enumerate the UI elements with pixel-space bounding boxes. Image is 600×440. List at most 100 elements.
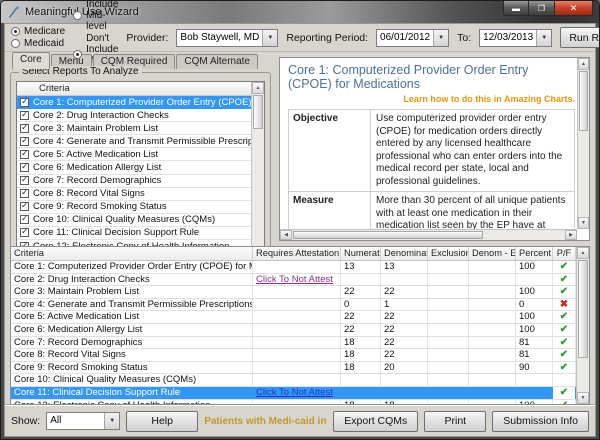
reporting-period-dropdown[interactable]: 06/01/2012 ▼	[376, 29, 449, 47]
scrollbar-track[interactable]	[484, 230, 565, 240]
report-checkbox[interactable]: ✓	[20, 98, 29, 107]
grid-row[interactable]: Core 4: Generate and Transmit Permissibl…	[11, 299, 576, 312]
grid-cell: 100	[516, 324, 553, 336]
tab-cqm-alternate[interactable]: CQM Alternate	[176, 54, 258, 69]
report-checkbox[interactable]: ✓	[20, 137, 29, 146]
scrollbar-thumb[interactable]	[253, 95, 263, 129]
report-checkbox[interactable]: ✓	[20, 150, 29, 159]
report-list-item[interactable]: ✓ Core 2: Drug Interaction Checks	[17, 109, 251, 122]
grid-row[interactable]: Core 6: Medication Allergy List2222100✔	[11, 324, 576, 337]
scroll-right-icon[interactable]: ▶	[565, 230, 577, 240]
report-checkbox[interactable]: ✓	[20, 228, 29, 237]
report-list-item[interactable]: ✓ Core 3: Maintain Problem List	[17, 122, 251, 135]
grid-row[interactable]: Core 5: Active Medication List2222100✔	[11, 311, 576, 324]
radio-include-midlevel[interactable]: Include Mid-level	[73, 0, 118, 32]
grid-column-header[interactable]: Denom - Excl	[469, 247, 516, 260]
report-list-item[interactable]: ✓ Core 6: Medication Allergy List	[17, 161, 251, 174]
grid-row[interactable]: Core 12: Electronic Copy of Health Infor…	[11, 400, 576, 404]
report-checkbox[interactable]: ✓	[20, 189, 29, 198]
tab-core[interactable]: Core	[12, 52, 50, 69]
reporting-period-value: 06/01/2012	[377, 30, 433, 46]
report-checkbox[interactable]: ✓	[20, 176, 29, 185]
grid-cell	[253, 337, 341, 349]
criteria-column-header[interactable]: Criteria	[17, 82, 251, 96]
maximize-icon: ❐	[538, 4, 545, 13]
grid-row[interactable]: Core 7: Record Demographics182281✔	[11, 337, 576, 350]
grid-row[interactable]: Core 8: Record Vital Signs182281✔	[11, 349, 576, 362]
scroll-up-icon[interactable]: ▲	[578, 58, 589, 70]
radio-medicaid[interactable]: Medicaid	[11, 38, 65, 49]
chevron-down-icon[interactable]: ▼	[104, 413, 119, 429]
scroll-down-icon[interactable]: ▼	[577, 392, 589, 404]
grid-cell	[428, 400, 469, 404]
checkbox-tick-icon: ✓	[21, 214, 29, 225]
amazing-charts-link[interactable]: Learn how to do this in Amazing Charts.	[288, 94, 575, 104]
pass-check-icon: ✔	[560, 349, 568, 360]
grid-column-header[interactable]: Requires Attestation	[253, 247, 341, 260]
checkbox-tick-icon: ✓	[21, 201, 29, 212]
fail-cross-icon: ✖	[560, 299, 568, 310]
grid-column-header[interactable]: Numerator	[341, 247, 381, 260]
report-checkbox[interactable]: ✓	[20, 111, 29, 120]
grid-row[interactable]: Core 10: Clinical Quality Measures (CQMs…	[11, 374, 576, 387]
chevron-down-icon[interactable]: ▼	[433, 30, 448, 46]
grid-column-header[interactable]: Criteria	[11, 247, 253, 260]
grid-row[interactable]: Core 2: Drug Interaction ChecksClick To …	[11, 274, 576, 287]
help-button[interactable]: Help	[126, 411, 198, 432]
report-checkbox[interactable]: ✓	[20, 124, 29, 133]
grid-row[interactable]: Core 9: Record Smoking Status182090✔	[11, 362, 576, 375]
attest-link[interactable]: Click To Not Attest	[256, 387, 333, 398]
maximize-button[interactable]: ❐	[529, 1, 555, 16]
grid-cell	[516, 374, 553, 386]
scrollbar-thumb[interactable]	[293, 231, 483, 239]
report-item-label: Core 6: Medication Allergy List	[33, 162, 161, 173]
scroll-up-icon[interactable]: ▲	[252, 82, 264, 94]
print-button[interactable]: Print	[424, 411, 486, 432]
scrollbar-track[interactable]	[577, 359, 589, 392]
reports-list-scrollbar[interactable]: ▲ ▼	[251, 82, 264, 266]
grid-column-header[interactable]: Denominator	[381, 247, 428, 260]
report-checkbox[interactable]: ✓	[20, 202, 29, 211]
scroll-up-icon[interactable]: ▲	[577, 247, 589, 259]
provider-dropdown[interactable]: Bob Staywell, MD ▼	[176, 29, 278, 47]
show-dropdown[interactable]: All ▼	[46, 412, 120, 430]
chevron-down-icon[interactable]: ▼	[262, 30, 277, 46]
scrollbar-thumb[interactable]	[578, 260, 588, 358]
minimize-button[interactable]: ▬	[503, 1, 529, 16]
close-button[interactable]: ✕	[555, 1, 593, 16]
export-cqms-button[interactable]: Export CQMs	[333, 411, 418, 432]
report-list-item[interactable]: ✓ Core 10: Clinical Quality Measures (CQ…	[17, 214, 251, 227]
report-list-item[interactable]: ✓ Core 5: Active Medication List	[17, 148, 251, 161]
pass-check-icon: ✔	[560, 286, 568, 297]
scroll-left-icon[interactable]: ◀	[280, 230, 292, 240]
grid-row[interactable]: Core 3: Maintain Problem List2222100✔	[11, 286, 576, 299]
report-checkbox[interactable]: ✓	[20, 215, 29, 224]
radio-medicare[interactable]: Medicare	[11, 26, 65, 37]
grid-column-header[interactable]: P/F	[553, 247, 576, 260]
grid-column-header[interactable]: Percent	[516, 247, 553, 260]
report-list-item[interactable]: ✓ Core 11: Clinical Decision Support Rul…	[17, 227, 251, 240]
detail-vscrollbar[interactable]: ▲ ▼	[577, 58, 589, 229]
grid-row[interactable]: Core 1: Computerized Provider Order Entr…	[11, 261, 576, 274]
report-list-item[interactable]: ✓ Core 7: Record Demographics	[17, 175, 251, 188]
detail-hscrollbar[interactable]: ◀ ▶	[280, 229, 577, 240]
scrollbar-track[interactable]	[252, 130, 264, 254]
scroll-down-icon[interactable]: ▼	[578, 217, 589, 229]
report-list-item[interactable]: ✓ Core 8: Record Vital Signs	[17, 188, 251, 201]
scrollbar-track[interactable]	[578, 132, 589, 217]
attest-link[interactable]: Click To Not Attest	[256, 274, 333, 285]
to-date-dropdown[interactable]: 12/03/2013 ▼	[479, 29, 552, 47]
report-checkbox[interactable]: ✓	[20, 163, 29, 172]
report-list-item[interactable]: ✓ Core 4: Generate and Transmit Permissi…	[17, 135, 251, 148]
report-item-label: Core 7: Record Demographics	[33, 175, 161, 186]
report-item-label: Core 8: Record Vital Signs	[33, 188, 145, 199]
scrollbar-thumb[interactable]	[579, 71, 588, 131]
report-list-item[interactable]: ✓ Core 1: Computerized Provider Order En…	[17, 96, 251, 109]
grid-column-header[interactable]: Exclusions	[428, 247, 469, 260]
run-report-button[interactable]: Run Report	[560, 27, 600, 48]
grid-row[interactable]: Core 11: Clinical Decision Support RuleC…	[11, 387, 576, 400]
chevron-down-icon[interactable]: ▼	[536, 30, 551, 46]
grid-scrollbar[interactable]: ▲ ▼	[576, 247, 589, 404]
report-list-item[interactable]: ✓ Core 9: Record Smoking Status	[17, 201, 251, 214]
submission-info-button[interactable]: Submission Info	[492, 411, 589, 432]
